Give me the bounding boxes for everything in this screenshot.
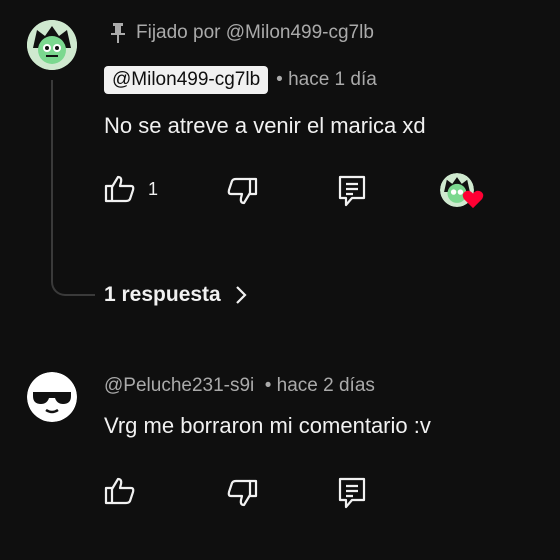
creator-heart-icon xyxy=(462,189,484,209)
dislike-button[interactable] xyxy=(226,477,258,509)
author-name-chip[interactable]: @Milon499-cg7lb xyxy=(104,66,269,94)
author-avatar[interactable] xyxy=(27,20,77,70)
replies-label: 1 respuesta xyxy=(104,283,221,306)
creator-heart xyxy=(440,173,486,213)
pin-icon xyxy=(110,22,126,44)
dislike-button[interactable] xyxy=(226,175,258,207)
chevron-right-icon xyxy=(235,285,247,305)
view-replies-button[interactable]: 1 respuesta xyxy=(104,283,247,307)
reply-button[interactable] xyxy=(337,174,367,208)
reply-button[interactable] xyxy=(337,476,367,510)
comment-time: • hace 1 día xyxy=(276,69,377,90)
comment-text: Vrg me borraron mi comentario :v xyxy=(104,413,431,438)
comment-time: • hace 2 días xyxy=(264,375,375,396)
pinned-label: Fijado por @Milon499-cg7lb xyxy=(136,22,374,43)
reply-icon xyxy=(337,174,367,208)
thumbs-up-icon xyxy=(104,475,136,507)
comment-text: No se atreve a venir el marica xd xyxy=(104,113,426,138)
author-avatar[interactable] xyxy=(27,372,77,422)
comment-author[interactable]: @Peluche231-s9i xyxy=(104,375,254,396)
thumbs-down-icon xyxy=(226,477,258,509)
reply-icon xyxy=(337,476,367,510)
like-count: 1 xyxy=(148,178,159,199)
thread-line xyxy=(51,80,95,296)
thumbs-down-icon xyxy=(226,175,258,207)
like-button[interactable] xyxy=(104,475,136,507)
like-button[interactable]: 1 xyxy=(104,173,158,205)
thumbs-up-icon xyxy=(104,173,136,205)
pinned-indicator: Fijado por @Milon499-cg7lb xyxy=(110,22,374,44)
